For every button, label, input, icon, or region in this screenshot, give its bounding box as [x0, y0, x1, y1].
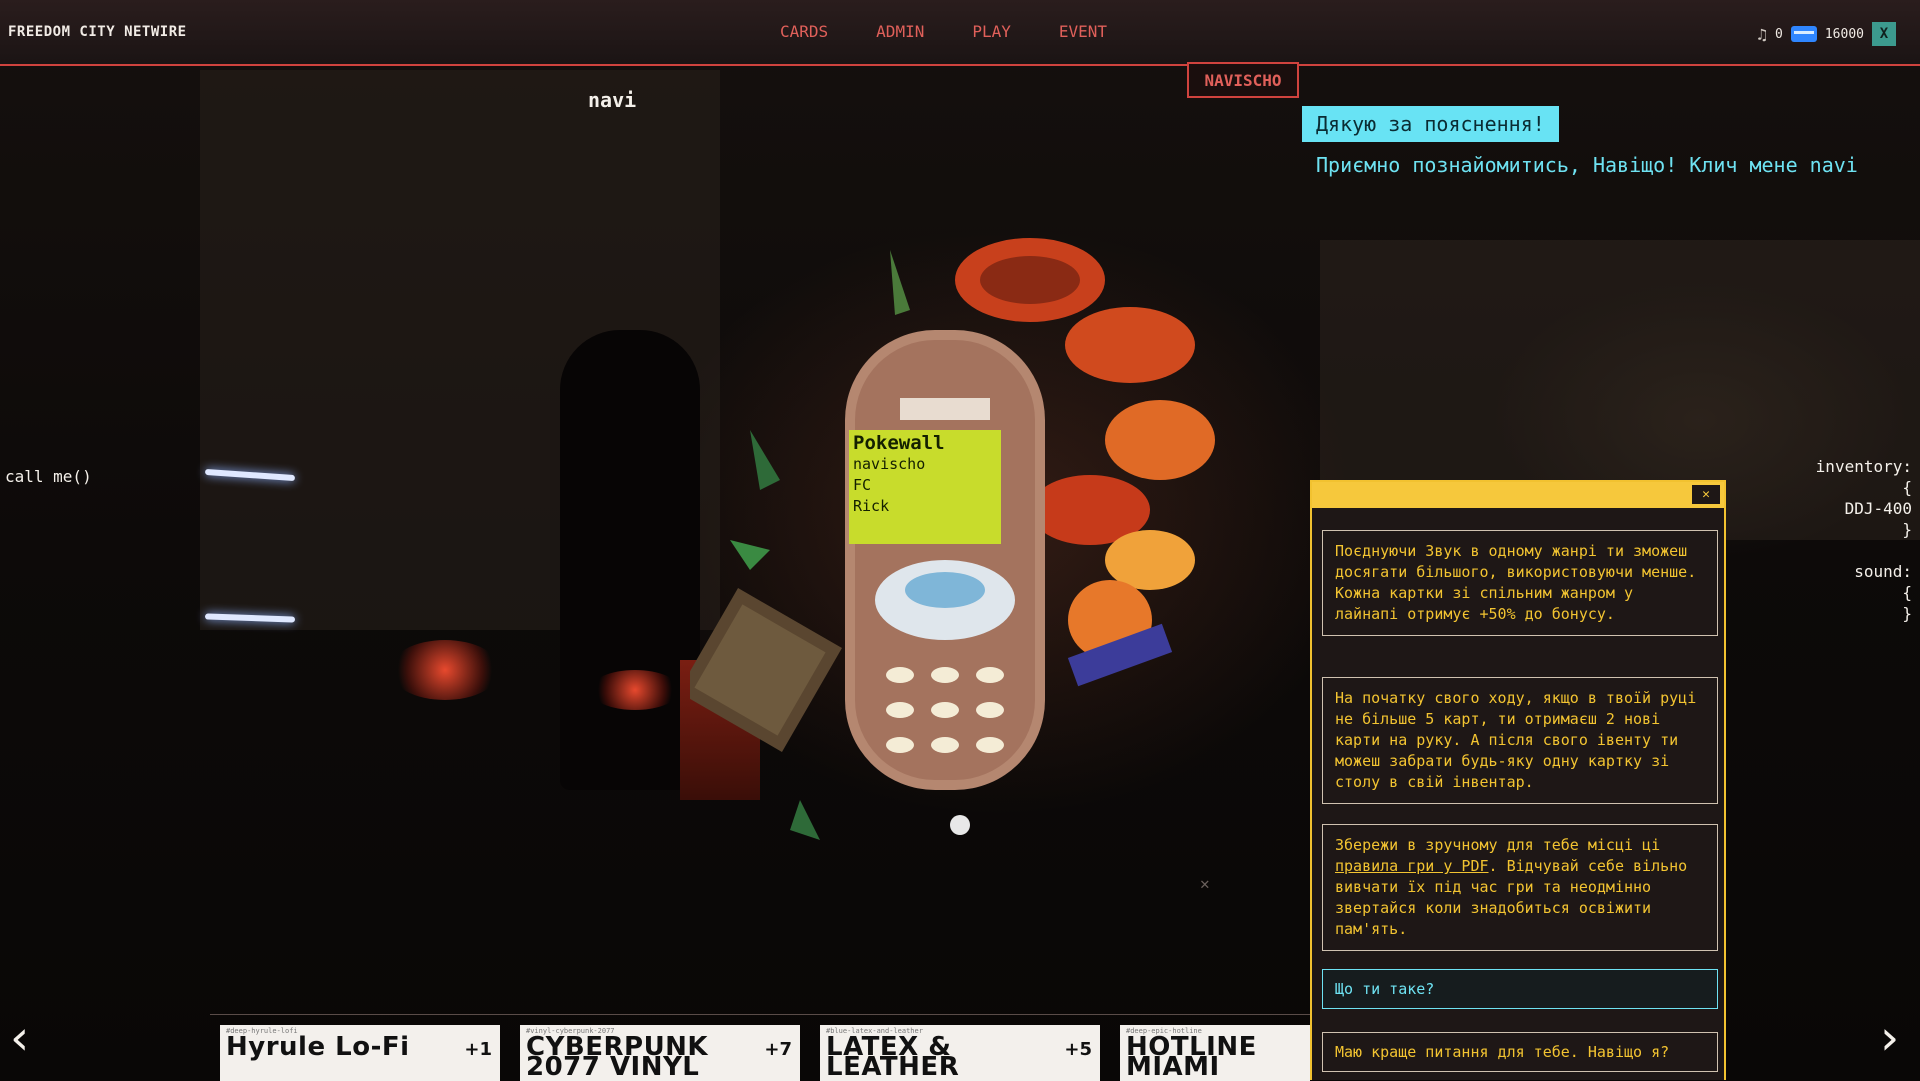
card-title: CYBERPUNK 2077 VINYL: [526, 1032, 709, 1081]
rule-card-genre: Поєднуючи Звук в одному жанрі ти зможеш …: [1322, 530, 1718, 636]
close-button[interactable]: X: [1872, 22, 1896, 46]
hand-card[interactable]: #deep-epic-hotline HOTLINE MIAMI: [1120, 1025, 1310, 1081]
red-light: [590, 670, 680, 710]
nav-play[interactable]: PLAY: [972, 22, 1011, 41]
npc-name: navi: [588, 88, 637, 112]
nav-admin[interactable]: ADMIN: [876, 22, 924, 41]
main-nav: CARDS ADMIN PLAY EVENT: [780, 22, 1155, 41]
sound-count: 0: [1775, 26, 1783, 42]
card-title: Hyrule Lo-Fi: [226, 1032, 410, 1062]
phone-body: [845, 330, 1045, 790]
player-badge[interactable]: NAVISCHO: [1187, 62, 1299, 98]
rules-panel-header: ✕: [1312, 482, 1724, 508]
red-light: [390, 640, 500, 700]
card-hand-strip: #deep-hyrule-lofi Hyrule Lo-Fi +1 #vinyl…: [210, 1014, 1310, 1081]
app-title: FREEDOM CITY NETWIRE: [8, 24, 187, 40]
pokewall-line: navischo: [853, 455, 926, 473]
card-title: LATEX & LEATHER: [826, 1032, 960, 1081]
rule-pdf-text-before: Збережи в зручному для тебе місці ці: [1335, 836, 1661, 854]
inventory-readout: inventory: { DDJ-400 } sound: { }: [1815, 457, 1912, 623]
rules-panel: ✕ Поєднуючи Звук в одному жанрі ти зможе…: [1310, 480, 1726, 1080]
pokewall-title: Pokewall: [853, 432, 945, 454]
stats-bar: ♫ 0 16000 X: [1757, 22, 1896, 46]
pokewall-line: Rick: [853, 497, 890, 515]
rule-card-draw: На початку свого ходу, якщо в твоїй руці…: [1322, 677, 1718, 804]
hand-card[interactable]: #deep-hyrule-lofi Hyrule Lo-Fi +1: [220, 1025, 500, 1081]
credit-card-icon: [1790, 26, 1817, 42]
rules-pdf-link[interactable]: правила гри у PDF: [1335, 857, 1489, 875]
nav-event[interactable]: EVENT: [1059, 22, 1107, 41]
card-bonus: +5: [1064, 1039, 1092, 1060]
figure-silhouette: [560, 330, 700, 790]
prev-arrow-icon[interactable]: ‹: [10, 1010, 29, 1066]
rule-card-pdf: Збережи в зручному для тебе місці ці пра…: [1322, 824, 1718, 951]
nav-cards[interactable]: CARDS: [780, 22, 828, 41]
card-bonus: +7: [764, 1039, 792, 1060]
card-title: HOTLINE MIAMI: [1126, 1032, 1257, 1081]
hand-card[interactable]: #blue-latex-and-leather LATEX & LEATHER …: [820, 1025, 1100, 1081]
next-arrow-icon[interactable]: ›: [1880, 1010, 1899, 1066]
pokewall-card[interactable]: Pokewall navischo FC Rick: [849, 430, 1001, 544]
question-what-are-you-button[interactable]: Що ти таке?: [1322, 969, 1718, 1009]
pokewall-line: FC: [853, 476, 872, 494]
npc-message: Приємно познайомитись, Навіщо! Клич мене…: [1316, 153, 1858, 177]
question-why-am-i-button[interactable]: Маю краще питання для тебе. Навіщо я?: [1322, 1032, 1718, 1072]
faint-close-icon[interactable]: ✕: [1200, 874, 1210, 893]
call-me-action[interactable]: call me(): [5, 467, 92, 486]
card-bonus: +1: [464, 1039, 492, 1060]
bead: [950, 815, 970, 835]
pattern-card: [690, 588, 842, 752]
credits-value: 16000: [1824, 26, 1864, 42]
hand-card[interactable]: #vinyl-cyberpunk-2077 CYBERPUNK 2077 VIN…: [520, 1025, 800, 1081]
rules-panel-close-button[interactable]: ✕: [1692, 485, 1720, 504]
top-bar: FREEDOM CITY NETWIRE CARDS ADMIN PLAY EV…: [0, 0, 1920, 66]
user-message: Дякую за пояснення!: [1302, 106, 1559, 142]
sound-icon: ♫: [1757, 24, 1768, 44]
